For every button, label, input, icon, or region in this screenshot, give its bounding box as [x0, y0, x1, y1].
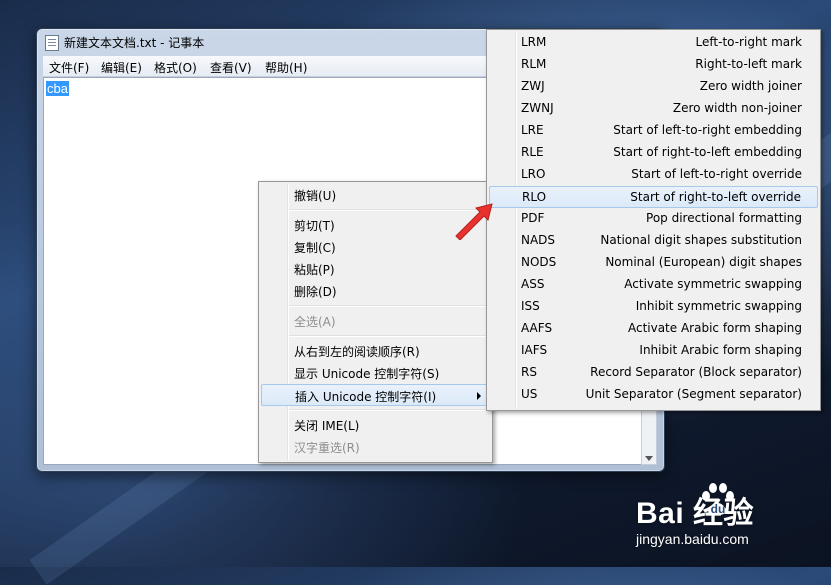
- menu-item-insert-unicode-control[interactable]: 插入 Unicode 控制字符(I): [261, 384, 490, 406]
- control-code: ZWNJ: [521, 101, 554, 115]
- menu-item-label: 复制(C): [294, 241, 336, 255]
- control-description: Start of left-to-right embedding: [613, 123, 802, 137]
- menu-format[interactable]: 格式(O): [154, 59, 197, 76]
- menu-item-label: 删除(D): [294, 285, 337, 299]
- menu-item-label: 从右到左的阅读顺序(R): [294, 345, 420, 359]
- watermark-url: jingyan.baidu.com: [636, 531, 749, 547]
- menu-edit[interactable]: 编辑(E): [101, 59, 142, 76]
- menu-item-paste[interactable]: 粘贴(P): [261, 258, 490, 280]
- control-code: ZWJ: [521, 79, 545, 93]
- menu-item-label: 全选(A): [294, 315, 336, 329]
- control-code: IAFS: [521, 343, 548, 357]
- control-description: National digit shapes substitution: [600, 233, 802, 247]
- menu-item-select-all[interactable]: 全选(A): [261, 310, 490, 332]
- submenu-item-rle[interactable]: RLE Start of right-to-left embedding: [489, 142, 818, 164]
- control-code: LRE: [521, 123, 544, 137]
- submenu-item-zwnj[interactable]: ZWNJ Zero width non-joiner: [489, 98, 818, 120]
- baidu-watermark: Bai 经验 du jingyan.baidu.com: [614, 480, 829, 565]
- paw-icon: du: [702, 483, 734, 516]
- menu-item-label: 剪切(T): [294, 219, 335, 233]
- control-description: Activate symmetric swapping: [624, 277, 802, 291]
- control-code: LRM: [521, 35, 547, 49]
- menu-item-label: 关闭 IME(L): [294, 419, 360, 433]
- menu-separator: [289, 409, 488, 411]
- control-description: Record Separator (Block separator): [590, 365, 802, 379]
- menu-file[interactable]: 文件(F): [49, 59, 89, 76]
- menu-separator: [289, 305, 488, 307]
- submenu-item-iss[interactable]: ISS Inhibit symmetric swapping: [489, 296, 818, 318]
- submenu-item-lre[interactable]: LRE Start of left-to-right embedding: [489, 120, 818, 142]
- control-code: RS: [521, 365, 537, 379]
- submenu-item-rlm[interactable]: RLM Right-to-left mark: [489, 54, 818, 76]
- submenu-item-lro[interactable]: LRO Start of left-to-right override: [489, 164, 818, 186]
- submenu-item-pdf[interactable]: PDF Pop directional formatting: [489, 208, 818, 230]
- control-description: Zero width non-joiner: [672, 101, 802, 115]
- control-description: Inhibit Arabic form shaping: [639, 343, 802, 357]
- selected-text[interactable]: cba: [46, 81, 69, 96]
- submenu-arrow-icon: [477, 392, 481, 400]
- control-description: Zero width joiner: [699, 79, 802, 93]
- control-description: Pop directional formatting: [646, 211, 802, 225]
- control-code: PDF: [521, 211, 545, 225]
- window-title: 新建文本文档.txt - 记事本: [64, 36, 205, 50]
- menu-separator: [289, 335, 488, 337]
- submenu-item-nads[interactable]: NADS National digit shapes substitution: [489, 230, 818, 252]
- control-code: US: [521, 387, 538, 401]
- submenu-item-aafs[interactable]: AAFS Activate Arabic form shaping: [489, 318, 818, 340]
- menu-item-reconvert[interactable]: 汉字重选(R): [261, 436, 490, 458]
- control-description: Start of right-to-left embedding: [613, 145, 802, 159]
- menu-item-label: 粘贴(P): [294, 263, 335, 277]
- submenu-item-lrm[interactable]: LRM Left-to-right mark: [489, 32, 818, 54]
- menu-item-label: 撤销(U): [294, 189, 337, 203]
- submenu-item-iafs[interactable]: IAFS Inhibit Arabic form shaping: [489, 340, 818, 362]
- svg-text:du: du: [711, 502, 726, 516]
- control-description: Start of right-to-left override: [630, 190, 801, 204]
- control-code: RLO: [522, 190, 547, 204]
- control-code: NADS: [521, 233, 556, 247]
- control-code: ISS: [521, 299, 540, 313]
- control-description: Nominal (European) digit shapes: [605, 255, 802, 269]
- control-description: Start of left-to-right override: [631, 167, 802, 181]
- annotation-arrow-icon: [455, 203, 493, 240]
- unicode-control-submenu: LRM Left-to-right mark RLM Right-to-left…: [486, 29, 821, 411]
- control-code: AAFS: [521, 321, 553, 335]
- menu-item-label: 显示 Unicode 控制字符(S): [294, 367, 440, 381]
- submenu-item-us[interactable]: US Unit Separator (Segment separator): [489, 384, 818, 406]
- control-description: Left-to-right mark: [695, 35, 802, 49]
- control-description: Inhibit symmetric swapping: [635, 299, 802, 313]
- control-description: Activate Arabic form shaping: [627, 321, 802, 335]
- submenu-item-rs[interactable]: RS Record Separator (Block separator): [489, 362, 818, 384]
- control-code: ASS: [521, 277, 545, 291]
- submenu-item-rlo[interactable]: RLO Start of right-to-left override: [489, 186, 818, 208]
- menu-item-label: 插入 Unicode 控制字符(I): [295, 390, 437, 404]
- submenu-item-zwj[interactable]: ZWJ Zero width joiner: [489, 76, 818, 98]
- submenu-item-nods[interactable]: NODS Nominal (European) digit shapes: [489, 252, 818, 274]
- control-code: LRO: [521, 167, 546, 181]
- control-code: NODS: [521, 255, 557, 269]
- menu-item-delete[interactable]: 删除(D): [261, 280, 490, 302]
- control-description: Right-to-left mark: [695, 57, 802, 71]
- menu-view[interactable]: 查看(V): [210, 59, 252, 76]
- menu-item-rtl-reading-order[interactable]: 从右到左的阅读顺序(R): [261, 340, 490, 362]
- control-code: RLM: [521, 57, 547, 71]
- submenu-item-ass[interactable]: ASS Activate symmetric swapping: [489, 274, 818, 296]
- menu-item-show-unicode-control[interactable]: 显示 Unicode 控制字符(S): [261, 362, 490, 384]
- menu-item-close-ime[interactable]: 关闭 IME(L): [261, 414, 490, 436]
- control-description: Unit Separator (Segment separator): [585, 387, 802, 401]
- menu-help[interactable]: 帮助(H): [265, 59, 307, 76]
- scroll-down-icon[interactable]: [645, 456, 653, 461]
- notepad-icon: [45, 35, 59, 51]
- control-code: RLE: [521, 145, 544, 159]
- menu-item-label: 汉字重选(R): [294, 441, 360, 455]
